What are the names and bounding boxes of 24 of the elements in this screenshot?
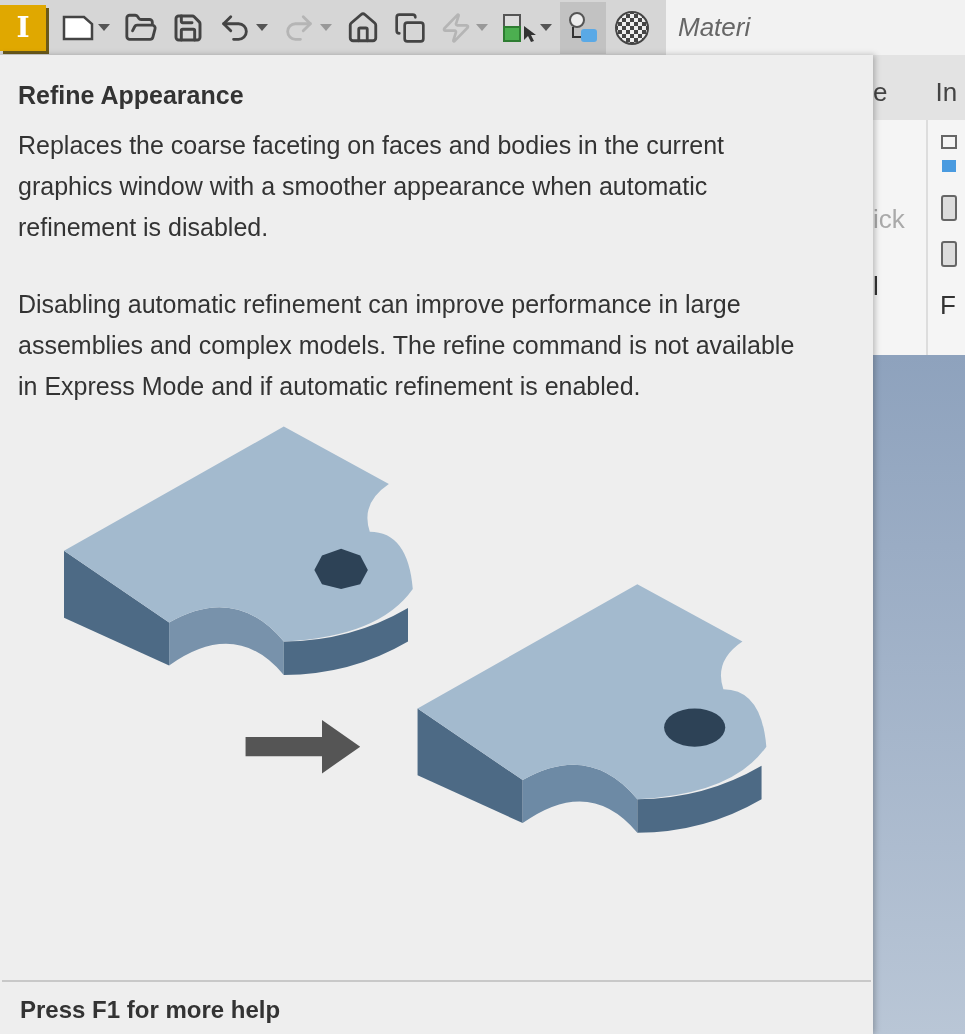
material-field[interactable]: Materi	[666, 0, 965, 55]
tooltip-description: Replaces the coarse faceting on faces and bodies in the current graphics window with a smoother appearance when automatic refinement is disabled.	[18, 129, 725, 243]
new-file-icon	[62, 13, 94, 42]
caret-icon	[540, 23, 552, 32]
home-icon	[346, 10, 380, 45]
tooltip-description: Disabling automatic refinement can improve performance in large assemblies and complex models. The refine command is not available in Express Mode and if automatic refinement is enabled.	[18, 288, 796, 402]
windows-icon	[394, 11, 426, 44]
ribbon-tab[interactable]: e	[873, 73, 888, 112]
ribbon-tab[interactable]: In	[935, 73, 958, 112]
block-icon	[940, 194, 960, 222]
tooltip-title: Refine Appearance	[18, 80, 245, 111]
caret-icon	[98, 23, 110, 32]
block-icon	[940, 240, 960, 268]
panel-label: F	[940, 289, 957, 322]
caret-icon	[320, 23, 332, 32]
help-hint: Press F1 for more help	[20, 995, 282, 1025]
cube-cursor-icon	[502, 11, 536, 44]
refine-appearance-icon	[566, 10, 600, 45]
caret-icon	[476, 23, 488, 32]
checkered-sphere-icon	[614, 9, 650, 46]
lightning-icon	[440, 11, 472, 44]
ribbon-command[interactable]: l	[873, 267, 926, 306]
refine-button[interactable]	[560, 1, 606, 54]
caret-icon	[256, 23, 268, 32]
